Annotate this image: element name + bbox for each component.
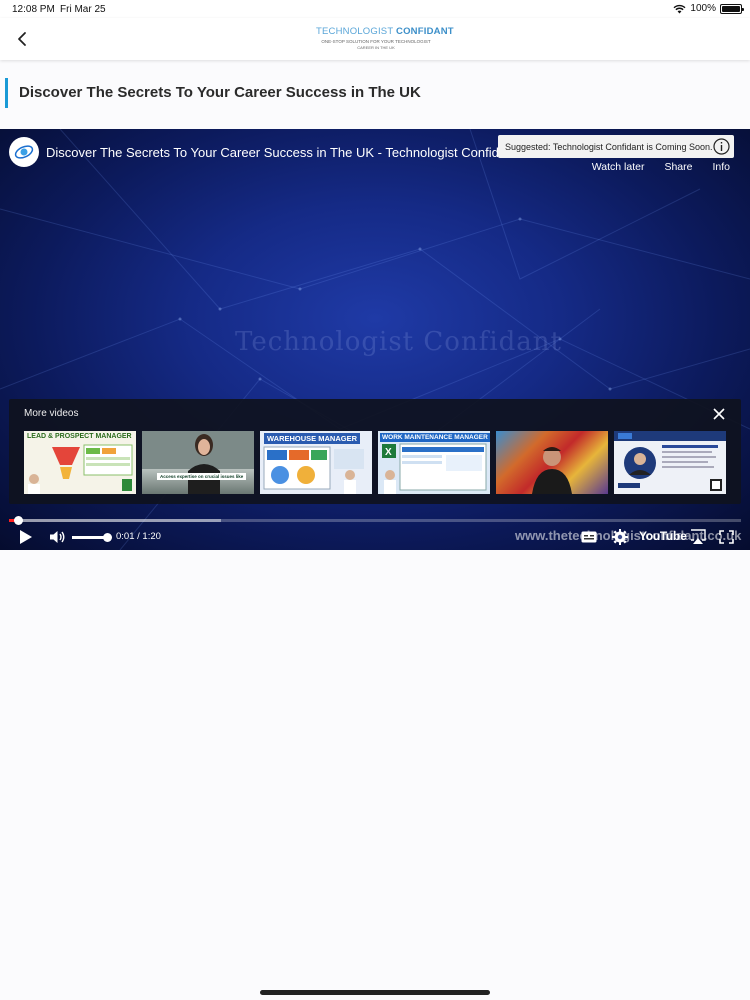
close-icon[interactable] xyxy=(713,408,725,420)
video-thumbnail-speaker[interactable] xyxy=(614,431,726,494)
logo-tagline: ONE-STOP SOLUTION FOR YOUR TECHNOLOGIST xyxy=(321,39,431,44)
youtube-logo[interactable]: YouTube xyxy=(639,529,687,543)
volume-icon[interactable] xyxy=(48,528,66,546)
share-button[interactable]: Share xyxy=(664,161,692,173)
logo-word-technologist: TECHNOLOGIST xyxy=(316,26,397,37)
video-title[interactable]: Discover The Secrets To Your Career Succ… xyxy=(46,145,498,160)
volume-level xyxy=(72,536,107,539)
suggestion-card[interactable]: Suggested: Technologist Confidant is Com… xyxy=(498,135,734,158)
gear-icon[interactable] xyxy=(611,528,629,546)
volume-knob[interactable] xyxy=(103,533,112,542)
player-top-actions: Watch later Share Info xyxy=(592,161,730,173)
progress-bar[interactable] xyxy=(9,516,741,525)
thumbnail-graphic xyxy=(532,447,572,494)
time-display: 0:01 / 1:20 xyxy=(116,531,161,542)
brand-logo: TECHNOLOGIST CONFIDANT ONE-STOP SOLUTION… xyxy=(316,26,454,50)
suggestion-text: Suggested: Technologist Confidant is Com… xyxy=(505,141,713,152)
status-indicators: 100% xyxy=(673,3,744,14)
more-videos-panel: More videos LEAD & PROSPECT MANAGER Acce… xyxy=(9,399,741,504)
app-header: TECHNOLOGIST CONFIDANT ONE-STOP SOLUTION… xyxy=(0,18,750,60)
video-thumbnail-lead-prospect[interactable]: LEAD & PROSPECT MANAGER xyxy=(24,431,136,494)
play-icon[interactable] xyxy=(19,529,33,545)
status-date: Fri Mar 25 xyxy=(60,4,106,15)
video-thumbnail-warehouse[interactable]: WAREHOUSE MANAGER xyxy=(260,431,372,494)
channel-logo-icon xyxy=(14,145,34,159)
channel-avatar[interactable] xyxy=(9,137,39,167)
progress-buffered xyxy=(9,519,222,522)
svg-text:X: X xyxy=(385,447,392,458)
video-thumbnail-work-maintenance[interactable]: WORK MAINTENANCE MANAGER X xyxy=(378,431,490,494)
thumbnail-caption: WORK MAINTENANCE MANAGER xyxy=(380,433,490,442)
status-bar: 12:08 PM Fri Mar 25 100% xyxy=(0,0,750,18)
thumbnail-graphic xyxy=(142,431,254,494)
thumbnail-caption: WAREHOUSE MANAGER xyxy=(264,433,361,444)
home-indicator[interactable] xyxy=(260,990,490,995)
more-videos-title: More videos xyxy=(24,408,79,419)
captions-icon[interactable] xyxy=(581,531,597,543)
watch-later-button[interactable]: Watch later xyxy=(592,161,645,173)
player-controls: 0:01 / 1:20 www.thetechnologistconfidant… xyxy=(0,527,750,549)
battery-icon xyxy=(720,3,744,14)
volume-slider[interactable] xyxy=(72,533,112,542)
thumbnail-caption: LEAD & PROSPECT MANAGER xyxy=(27,433,132,440)
back-chevron-icon[interactable] xyxy=(14,28,32,50)
airplay-icon[interactable] xyxy=(689,529,707,545)
battery-percent: 100% xyxy=(690,3,716,14)
page-title-block: Discover The Secrets To Your Career Succ… xyxy=(5,78,421,108)
video-thumbnail-expertise[interactable]: Access expertise on crucial issues like xyxy=(142,431,254,494)
fullscreen-icon[interactable] xyxy=(719,530,734,544)
logo-tagline-2: CAREER IN THE UK xyxy=(357,45,395,50)
thumbnail-graphic xyxy=(614,431,726,491)
video-frame-watermark: Technologist Confidant xyxy=(235,327,562,357)
info-button[interactable]: Info xyxy=(712,161,730,173)
thumbnail-caption: Access expertise on crucial issues like xyxy=(157,473,247,480)
wifi-icon xyxy=(673,4,686,13)
more-videos-list: LEAD & PROSPECT MANAGER Access expertise… xyxy=(24,431,726,494)
video-thumbnail-presenter[interactable] xyxy=(496,431,608,494)
thumbnail-graphic xyxy=(28,444,133,494)
logo-word-confidant: CONFIDANT xyxy=(396,26,454,37)
status-time: 12:08 PM xyxy=(12,4,55,15)
info-circle-icon[interactable] xyxy=(713,138,730,155)
page-title: Discover The Secrets To Your Career Succ… xyxy=(19,84,421,101)
video-player[interactable]: Technologist Confidant Discover The Secr… xyxy=(0,129,750,550)
